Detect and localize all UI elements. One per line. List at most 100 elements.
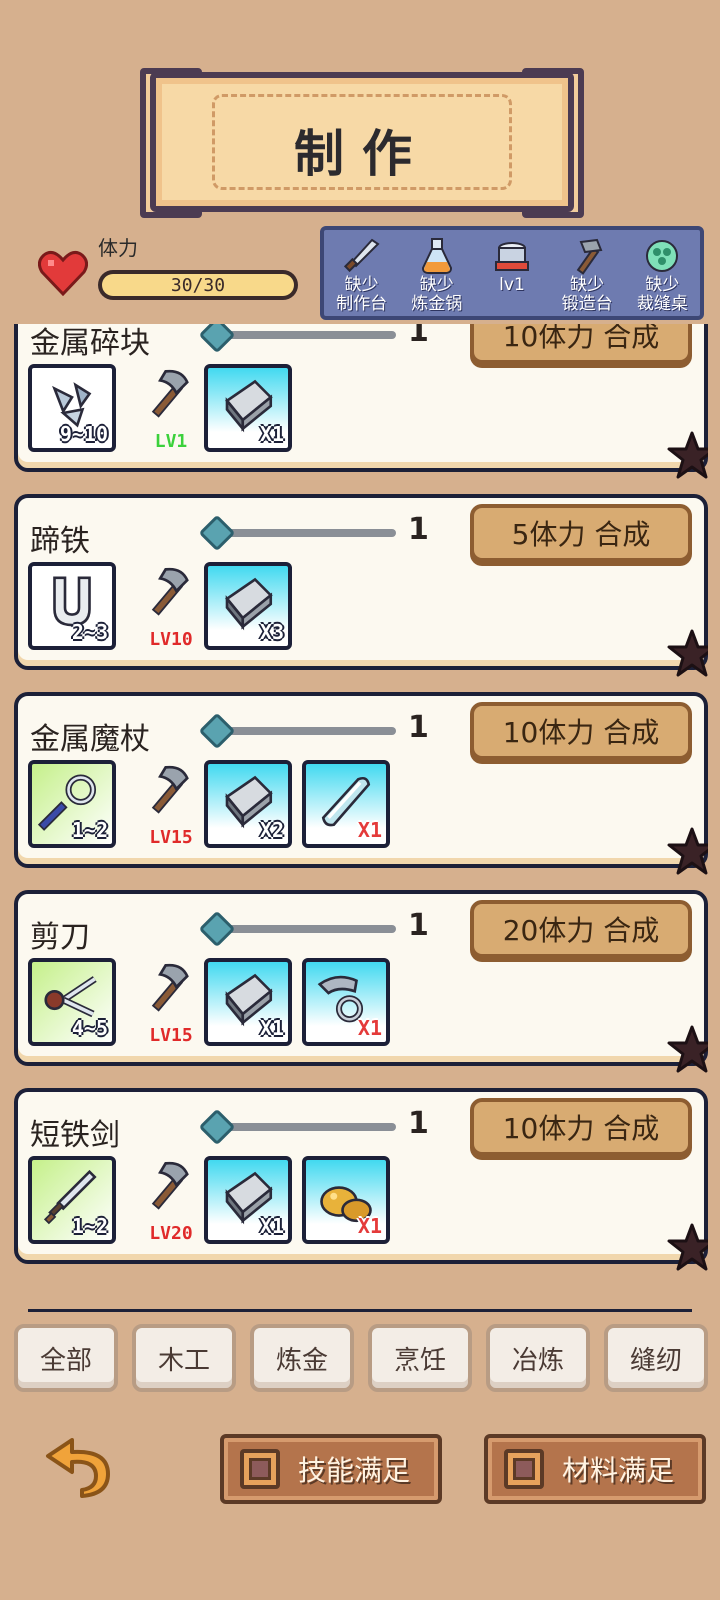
axe-icon bbox=[144, 765, 198, 820]
result-item-slot[interactable]: 4~5 bbox=[28, 958, 116, 1046]
craft-quantity: 1 bbox=[408, 512, 429, 547]
material-slot[interactable]: X1 bbox=[302, 958, 390, 1046]
quantity-slider-knob[interactable] bbox=[198, 910, 236, 948]
tab-4[interactable]: 冶炼 bbox=[486, 1324, 590, 1392]
tool-level: LV10 bbox=[149, 629, 193, 650]
station-potion-flask[interactable]: 缺少 炼金锅 bbox=[400, 236, 474, 314]
craft-button[interactable]: 10体力 合成 bbox=[470, 324, 692, 364]
quantity-slider-track[interactable] bbox=[216, 1123, 396, 1131]
favorite-star-icon[interactable] bbox=[666, 1024, 708, 1076]
stamina-bar: 30/30 bbox=[98, 270, 298, 300]
station-status: 缺少 bbox=[645, 275, 680, 295]
quantity-slider-knob[interactable] bbox=[198, 712, 236, 750]
material-filter-checkbox[interactable] bbox=[504, 1449, 544, 1489]
station-label: lv1 bbox=[499, 275, 525, 295]
result-item-slot[interactable]: 1~2 bbox=[28, 760, 116, 848]
recipe-name: 短铁剑 bbox=[30, 1118, 120, 1153]
craft-quantity: 1 bbox=[408, 1106, 429, 1141]
axe-icon bbox=[144, 567, 198, 622]
tool-level: LV15 bbox=[149, 827, 193, 848]
material-count: X1 bbox=[357, 818, 382, 842]
tab-0[interactable]: 全部 bbox=[14, 1324, 118, 1392]
craft-button[interactable]: 10体力 合成 bbox=[470, 702, 692, 760]
material-slot[interactable]: X1 bbox=[204, 1156, 292, 1244]
required-tool: LV15 bbox=[136, 960, 206, 1046]
result-count: 2~3 bbox=[71, 620, 108, 644]
material-slot[interactable]: X1 bbox=[302, 760, 390, 848]
page-title: 制作 bbox=[294, 125, 430, 183]
station-yarn-ball[interactable]: 缺少 裁缝桌 bbox=[625, 236, 699, 314]
station-cooking-pot[interactable]: lv1 bbox=[475, 236, 549, 295]
material-slot[interactable]: X3 bbox=[204, 562, 292, 650]
stamina-value: 30/30 bbox=[102, 274, 294, 296]
tab-3[interactable]: 烹饪 bbox=[368, 1324, 472, 1392]
favorite-star-icon[interactable] bbox=[666, 1222, 708, 1274]
material-slot[interactable]: X2 bbox=[204, 760, 292, 848]
favorite-star-icon[interactable] bbox=[666, 628, 708, 680]
material-slot[interactable]: X1 bbox=[204, 364, 292, 452]
material-count: X1 bbox=[357, 1214, 382, 1238]
quantity-slider-track[interactable] bbox=[216, 331, 396, 339]
material-count: X1 bbox=[357, 1016, 382, 1040]
axe-icon bbox=[144, 1161, 198, 1216]
skill-filter-button[interactable]: 技能满足 bbox=[220, 1434, 442, 1504]
quantity-slider-knob[interactable] bbox=[198, 514, 236, 552]
station-status: 缺少 bbox=[419, 275, 454, 295]
recipe-list[interactable]: 金属碎块 1 10体力 合成 9~10 LV1 X1 蹄铁 1 5体力 合成 2… bbox=[14, 324, 708, 1282]
tab-5[interactable]: 缝纫 bbox=[604, 1324, 708, 1392]
result-item-slot[interactable]: 2~3 bbox=[28, 562, 116, 650]
material-filter-button[interactable]: 材料满足 bbox=[484, 1434, 706, 1504]
recipe-name: 剪刀 bbox=[30, 920, 90, 955]
craft-button[interactable]: 20体力 合成 bbox=[470, 900, 692, 958]
cooking-pot-icon bbox=[490, 236, 534, 276]
yarn-ball-icon bbox=[640, 236, 684, 276]
craft-quantity: 1 bbox=[408, 908, 429, 943]
material-count: X1 bbox=[259, 1016, 284, 1040]
material-slot[interactable]: X1 bbox=[302, 1156, 390, 1244]
result-count: 1~2 bbox=[71, 818, 108, 842]
axe-icon bbox=[144, 963, 198, 1018]
hammer-icon bbox=[565, 236, 609, 276]
axe-icon bbox=[144, 369, 198, 424]
recipe-card: 蹄铁 1 5体力 合成 2~3 LV10 X3 bbox=[14, 494, 708, 677]
skill-filter-checkbox[interactable] bbox=[240, 1449, 280, 1489]
knife-icon bbox=[340, 236, 384, 276]
favorite-star-icon[interactable] bbox=[666, 826, 708, 878]
back-arrow-icon[interactable] bbox=[42, 1434, 114, 1498]
favorite-star-icon[interactable] bbox=[666, 430, 708, 482]
quantity-slider-knob[interactable] bbox=[198, 324, 236, 354]
craft-button[interactable]: 10体力 合成 bbox=[470, 1098, 692, 1156]
station-label: 炼金锅 bbox=[411, 294, 463, 314]
craft-button[interactable]: 5体力 合成 bbox=[470, 504, 692, 562]
station-label: 制作台 bbox=[336, 294, 388, 314]
tool-level: LV1 bbox=[154, 431, 188, 452]
heart-icon bbox=[38, 250, 88, 296]
tab-1[interactable]: 木工 bbox=[132, 1324, 236, 1392]
quantity-slider-track[interactable] bbox=[216, 727, 396, 735]
recipe-name: 蹄铁 bbox=[30, 524, 90, 559]
required-tool: LV15 bbox=[136, 762, 206, 848]
required-tool: LV20 bbox=[136, 1158, 206, 1244]
quantity-slider-knob[interactable] bbox=[198, 1108, 236, 1146]
recipe-card: 金属魔杖 1 10体力 合成 1~2 LV15 X2 X1 bbox=[14, 692, 708, 875]
material-slot[interactable]: X1 bbox=[204, 958, 292, 1046]
station-knife[interactable]: 缺少 制作台 bbox=[325, 236, 399, 314]
quantity-slider-track[interactable] bbox=[216, 529, 396, 537]
tab-2[interactable]: 炼金 bbox=[250, 1324, 354, 1392]
station-status: 缺少 bbox=[344, 275, 379, 295]
material-count: X1 bbox=[259, 1214, 284, 1238]
required-tool: LV10 bbox=[136, 564, 206, 650]
material-count: X3 bbox=[259, 620, 284, 644]
quantity-slider-track[interactable] bbox=[216, 925, 396, 933]
divider bbox=[28, 1309, 692, 1312]
recipe-name: 金属魔杖 bbox=[30, 722, 150, 757]
result-item-slot[interactable]: 1~2 bbox=[28, 1156, 116, 1244]
result-item-slot[interactable]: 9~10 bbox=[28, 364, 116, 452]
craft-quantity: 1 bbox=[408, 710, 429, 745]
recipe-card: 短铁剑 1 10体力 合成 1~2 LV20 X1 X1 bbox=[14, 1088, 708, 1271]
result-count: 9~10 bbox=[59, 422, 108, 446]
material-count: X2 bbox=[259, 818, 284, 842]
tool-level: LV20 bbox=[149, 1223, 193, 1244]
recipe-card: 金属碎块 1 10体力 合成 9~10 LV1 X1 bbox=[14, 324, 708, 479]
station-hammer[interactable]: 缺少 锻造台 bbox=[550, 236, 624, 314]
